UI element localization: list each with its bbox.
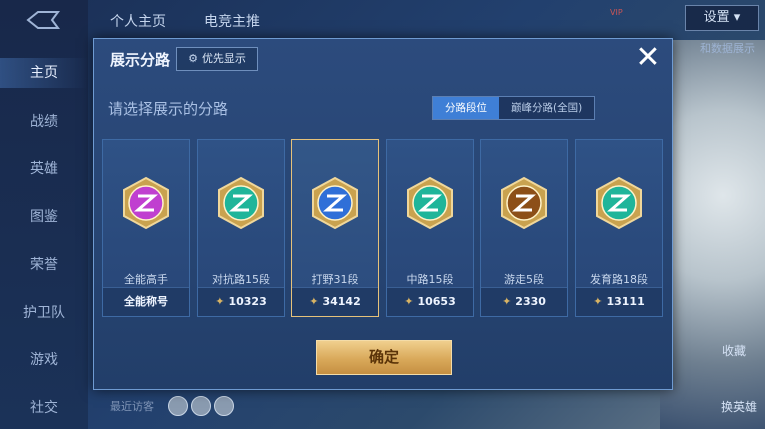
select-prompt: 请选择展示的分路 — [108, 100, 229, 118]
settings-button[interactable]: 设置 ▾ — [685, 5, 759, 31]
sidebar-item-heroes[interactable]: 英雄 — [0, 158, 88, 178]
lane-mode-toggle: 分路段位 巅峰分路(全国) — [432, 96, 596, 120]
collect-button[interactable]: 收藏 — [722, 342, 746, 359]
power-icon: ✦ — [215, 295, 225, 308]
lane-card-footer: ✦ 13111 — [576, 287, 662, 316]
sidebar-item-home[interactable]: 主页 — [0, 58, 88, 88]
lane-card[interactable]: 打野31段 ✦ 34142 — [291, 139, 379, 317]
clash-lane-badge-icon — [218, 176, 264, 230]
lane-card-label: 发育路18段 — [590, 273, 648, 286]
lane-card[interactable]: 发育路18段 ✦ 13111 — [575, 139, 663, 317]
lane-card-label: 游走5段 — [504, 273, 544, 286]
data-show-label: 和数据展示 — [700, 42, 755, 55]
lane-card[interactable]: 游走5段 ✦ 2330 — [480, 139, 568, 317]
lane-card-footer: ✦ 34142 — [292, 287, 378, 316]
hero-portrait — [660, 40, 765, 429]
sidebar-item-games[interactable]: 游戏 — [0, 349, 88, 369]
sidebar-item-record[interactable]: 战绩 — [0, 111, 88, 131]
lane-card-label: 中路15段 — [406, 273, 454, 286]
power-icon: ✦ — [404, 295, 414, 308]
tab-profile[interactable]: 个人主页 — [110, 11, 166, 31]
sidebar-item-codex[interactable]: 图鉴 — [0, 206, 88, 226]
visitor-avatar[interactable] — [168, 396, 188, 416]
lane-card[interactable]: 对抗路15段 ✦ 10323 — [197, 139, 285, 317]
vip-label: VIP — [610, 8, 623, 17]
tab-lane-rank[interactable]: 分路段位 — [433, 97, 499, 119]
power-icon: ✦ — [309, 295, 319, 308]
lane-card-footer: ✦ 10653 — [387, 287, 473, 316]
confirm-button[interactable]: 确定 — [316, 340, 452, 375]
visitors-label: 最近访客 — [110, 400, 154, 413]
tab-esports[interactable]: 电竞主推 — [204, 11, 260, 31]
lane-display-dialog: 展示分路 ⚙ 优先显示 ✕ 请选择展示的分路 分路段位 巅峰分路(全国) 全能高手… — [93, 38, 673, 390]
power-icon: ✦ — [593, 295, 603, 308]
lane-card-footer: 全能称号 — [103, 287, 189, 316]
roam-badge-icon — [501, 176, 547, 230]
change-hero-button[interactable]: 换英雄 — [721, 398, 757, 415]
power-icon: ✦ — [502, 295, 512, 308]
dialog-title: 展示分路 — [110, 51, 171, 69]
priority-display-button[interactable]: ⚙ 优先显示 — [176, 47, 258, 71]
lane-card-footer: ✦ 10323 — [198, 287, 284, 316]
sidebar-item-social[interactable]: 社交 — [0, 397, 88, 417]
farm-lane-badge-icon — [596, 176, 642, 230]
tab-peak-lane[interactable]: 巅峰分路(全国) — [499, 97, 595, 119]
lane-card[interactable]: 全能高手 全能称号 — [102, 139, 190, 317]
close-icon[interactable]: ✕ — [631, 41, 665, 75]
jungle-badge-icon — [312, 176, 358, 230]
lane-card[interactable]: 中路15段 ✦ 10653 — [386, 139, 474, 317]
sidebar-item-honor[interactable]: 荣誉 — [0, 254, 88, 274]
visitor-avatar[interactable] — [214, 396, 234, 416]
gear-icon: ⚙ — [188, 52, 198, 65]
all-round-badge-icon — [123, 176, 169, 230]
sidebar: 主页 战绩 英雄 图鉴 荣誉 护卫队 游戏 社交 — [0, 0, 88, 429]
lane-card-label: 打野31段 — [311, 273, 359, 286]
lane-card-label: 全能高手 — [124, 273, 168, 286]
mid-lane-badge-icon — [407, 176, 453, 230]
sidebar-item-guard[interactable]: 护卫队 — [0, 302, 88, 322]
visitor-avatar[interactable] — [191, 396, 211, 416]
lane-card-footer: ✦ 2330 — [481, 287, 567, 316]
back-icon[interactable] — [24, 10, 60, 30]
lane-card-label: 对抗路15段 — [212, 273, 270, 286]
